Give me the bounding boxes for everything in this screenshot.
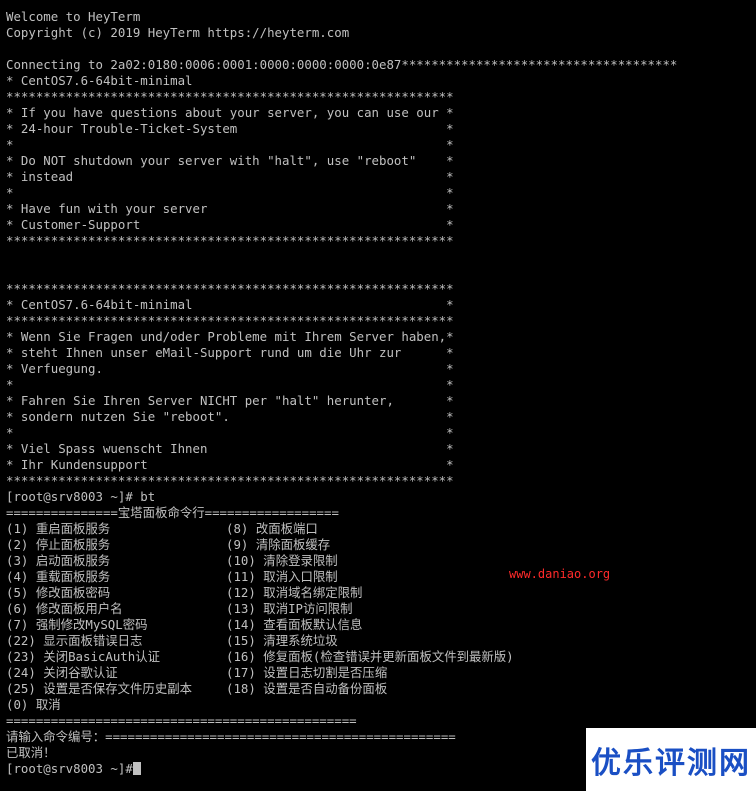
terminal-line: * instead * bbox=[6, 169, 454, 184]
terminal-line: * If you have questions about your serve… bbox=[6, 105, 454, 120]
menu-option: (25) 设置是否保存文件历史副本 bbox=[6, 681, 192, 696]
terminal-line: * Fahren Sie Ihren Server NICHT per "hal… bbox=[6, 393, 454, 408]
menu-row: (22) 显示面板错误日志 (15) 清理系统垃圾 bbox=[6, 633, 514, 649]
terminal-line: * CentOS7.6-64bit-minimal bbox=[6, 73, 193, 88]
menu-option: (1) 重启面板服务 bbox=[6, 521, 111, 536]
menu-option: (13) 取消IP访问限制 bbox=[226, 601, 353, 616]
menu-title: ===============宝塔面板命令行================== bbox=[6, 505, 339, 520]
watermark-url: www.daniao.org bbox=[509, 567, 611, 581]
brand-logo: 优乐评测网 bbox=[586, 728, 756, 791]
terminal-line: * 24-hour Trouble-Ticket-System * bbox=[6, 121, 454, 136]
terminal-line: * CentOS7.6-64bit-minimal * bbox=[6, 297, 454, 312]
menu-row: (25) 设置是否保存文件历史副本 (18) 设置是否自动备份面板 bbox=[6, 681, 514, 697]
terminal-line: * steht Ihnen unser eMail-Support rund u… bbox=[6, 345, 454, 360]
terminal-line: * * bbox=[6, 425, 454, 440]
menu-option: (8) 改面板端口 bbox=[226, 521, 318, 536]
menu-option: (12) 取消域名绑定限制 bbox=[226, 585, 363, 600]
menu-option: (9) 清除面板缓存 bbox=[226, 537, 331, 552]
terminal-line: * Viel Spass wuenscht Ihnen * bbox=[6, 441, 454, 456]
bt-menu: ===============宝塔面板命令行==================… bbox=[6, 505, 514, 777]
menu-row: (0) 取消 bbox=[6, 697, 514, 713]
menu-option: (24) 关闭谷歌认证 bbox=[6, 665, 118, 680]
terminal-line: * * bbox=[6, 377, 454, 392]
menu-option: (22) 显示面板错误日志 bbox=[6, 633, 143, 648]
terminal-line: * Customer-Support * bbox=[6, 217, 454, 232]
terminal-line: * Verfuegung. * bbox=[6, 361, 454, 376]
menu-option: (15) 清理系统垃圾 bbox=[226, 633, 338, 648]
menu-footer: ========================================… bbox=[6, 713, 357, 728]
menu-option: (3) 启动面板服务 bbox=[6, 553, 111, 568]
terminal-line: Connecting to 2a02:0180:0006:0001:0000:0… bbox=[6, 57, 678, 72]
terminal-line: ****************************************… bbox=[6, 89, 454, 104]
menu-row: (5) 修改面板密码 (12) 取消域名绑定限制 bbox=[6, 585, 514, 601]
terminal-line: * sondern nutzen Sie "reboot". * bbox=[6, 409, 454, 424]
terminal-line: * Have fun with your server * bbox=[6, 201, 454, 216]
terminal-line: [root@srv8003 ~]# bt bbox=[6, 489, 156, 504]
menu-option: (10) 清除登录限制 bbox=[226, 553, 338, 568]
menu-row: (2) 停止面板服务 (9) 清除面板缓存 bbox=[6, 537, 514, 553]
menu-option: (0) 取消 bbox=[6, 697, 61, 712]
menu-option: (2) 停止面板服务 bbox=[6, 537, 111, 552]
menu-option: (4) 重载面板服务 bbox=[6, 569, 111, 584]
menu-option: (16) 修复面板(检查错误并更新面板文件到最新版) bbox=[226, 649, 514, 664]
terminal-line: Copyright (c) 2019 HeyTerm https://heyte… bbox=[6, 25, 350, 40]
input-prompt: 请输入命令编号：================================… bbox=[6, 729, 456, 744]
menu-row: (1) 重启面板服务 (8) 改面板端口 bbox=[6, 521, 514, 537]
terminal-line: ****************************************… bbox=[6, 281, 454, 296]
terminal-output[interactable]: Welcome to HeyTerm Copyright (c) 2019 Hey… bbox=[6, 9, 756, 521]
menu-row: (4) 重载面板服务 (11) 取消入口限制 bbox=[6, 569, 514, 585]
menu-row: (23) 关闭BasicAuth认证 (16) 修复面板(检查错误并更新面板文件到… bbox=[6, 649, 514, 665]
shell-prompt[interactable]: [root@srv8003 ~]# bbox=[6, 761, 514, 777]
cursor-icon bbox=[132, 762, 141, 775]
menu-option: (11) 取消入口限制 bbox=[226, 569, 338, 584]
menu-option: (23) 关闭BasicAuth认证 bbox=[6, 649, 160, 664]
terminal-line: Welcome to HeyTerm bbox=[6, 9, 141, 24]
terminal-line: * Do NOT shutdown your server with "halt… bbox=[6, 153, 454, 168]
terminal-line: * * bbox=[6, 185, 454, 200]
menu-row: (6) 修改面板用户名 (13) 取消IP访问限制 bbox=[6, 601, 514, 617]
prompt-text: [root@srv8003 ~]# bbox=[6, 761, 133, 776]
cancelled-message: 已取消！ bbox=[6, 745, 56, 760]
terminal-line: * Ihr Kundensupport * bbox=[6, 457, 454, 472]
menu-option: (18) 设置是否自动备份面板 bbox=[226, 681, 388, 696]
menu-row: (3) 启动面板服务 (10) 清除登录限制 bbox=[6, 553, 514, 569]
menu-option: (6) 修改面板用户名 bbox=[6, 601, 123, 616]
terminal-line: ****************************************… bbox=[6, 473, 454, 488]
menu-option: (14) 查看面板默认信息 bbox=[226, 617, 363, 632]
menu-option: (5) 修改面板密码 bbox=[6, 585, 111, 600]
menu-option: (7) 强制修改MySQL密码 bbox=[6, 617, 148, 632]
terminal-line: * * bbox=[6, 137, 454, 152]
terminal-line: ****************************************… bbox=[6, 233, 454, 248]
menu-option: (17) 设置日志切割是否压缩 bbox=[226, 665, 388, 680]
menu-row: (7) 强制修改MySQL密码 (14) 查看面板默认信息 bbox=[6, 617, 514, 633]
menu-row: (24) 关闭谷歌认证 (17) 设置日志切割是否压缩 bbox=[6, 665, 514, 681]
terminal-line: ****************************************… bbox=[6, 313, 454, 328]
terminal-line: * Wenn Sie Fragen und/oder Probleme mit … bbox=[6, 329, 454, 344]
